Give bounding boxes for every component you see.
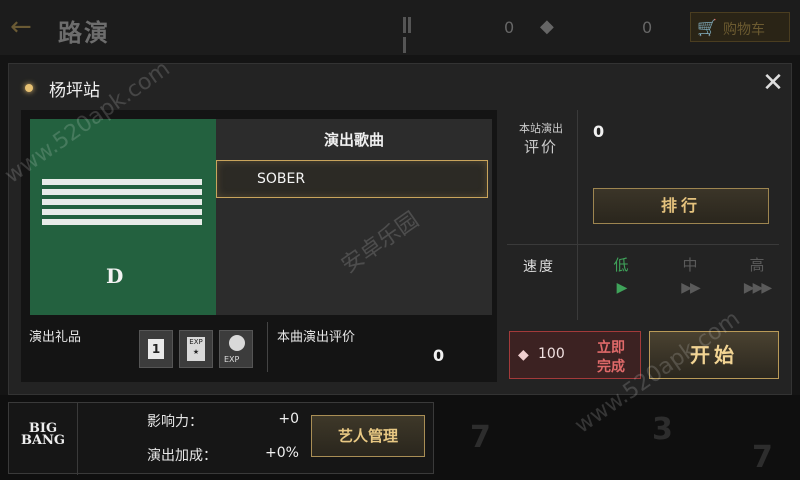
artist-exp-icon <box>229 335 245 351</box>
song-eval-value: 0 <box>433 346 445 365</box>
background-digit: 3 <box>652 412 673 447</box>
finish-now-button[interactable]: ◆ 100 立即 完成 <box>509 331 641 379</box>
bars-icon <box>403 17 417 53</box>
close-icon[interactable]: ✕ <box>759 70 787 98</box>
song-list: 演出歌曲 SOBER <box>216 119 492 315</box>
divider <box>507 244 779 245</box>
cover-stripe <box>42 209 202 215</box>
exp-star-icon: EXP ★ <box>187 337 205 361</box>
finish-cost: 100 <box>538 346 565 362</box>
station-info-panel: 本站演出 评价 0 排行 速度 低 中 高 ▶ ▶▶ ▶▶▶ <box>507 110 779 320</box>
bonus-value: +0% <box>265 445 299 461</box>
artist-exp-label: EXP <box>224 355 240 364</box>
station-name: 杨坪站 <box>49 81 100 101</box>
song-item[interactable]: SOBER <box>216 160 488 198</box>
currency1-value: 0 <box>504 18 515 37</box>
page-title: 路演 <box>58 19 110 47</box>
speed-label: 速度 <box>523 259 555 275</box>
gift-label: 演出礼品 <box>29 330 82 345</box>
currency2-value: 0 <box>642 18 653 37</box>
finish-label-2: 完成 <box>597 359 625 375</box>
cart-icon: 🛒 <box>697 18 717 37</box>
bonus-label: 演出加成： <box>147 448 217 464</box>
song-eval-label: 本曲演出评价 <box>277 330 356 345</box>
speed-mid-option[interactable]: 中 <box>670 254 710 275</box>
title-dot-icon <box>25 84 33 92</box>
diamond-icon: ◆ <box>540 16 554 37</box>
station-eval-value: 0 <box>593 122 605 141</box>
influence-label: 影响力： <box>147 414 203 430</box>
card-1-icon: 1 <box>148 339 164 359</box>
station-eval-label: 本站演出 <box>519 122 563 135</box>
song-name: SOBER <box>257 171 306 187</box>
fastest-forward-icon[interactable]: ▶▶▶ <box>737 280 777 296</box>
top-bar: ← 路演 0 ◆ 0 🛒 购物车 <box>0 0 800 55</box>
speed-high-option[interactable]: 高 <box>737 254 777 275</box>
speed-low-option[interactable]: 低 <box>601 254 641 275</box>
rank-button[interactable]: 排行 <box>593 188 769 224</box>
cart-label: 购物车 <box>723 22 765 38</box>
background-digit: 7 <box>470 420 491 455</box>
finish-label-1: 立即 <box>597 340 625 356</box>
play-icon[interactable]: ▶ <box>601 280 641 296</box>
influence-value: +0 <box>278 411 299 427</box>
divider <box>577 110 578 320</box>
gift-item[interactable]: EXP <box>219 330 253 368</box>
song-list-header: 演出歌曲 <box>323 131 384 149</box>
song-panel: D 演出歌曲 SOBER 演出礼品 1 EXP ★ EXP 本曲演出评价 0 <box>21 110 497 382</box>
gift-item[interactable]: 1 <box>139 330 173 368</box>
gift-item[interactable]: EXP ★ <box>179 330 213 368</box>
fast-forward-icon[interactable]: ▶▶ <box>670 280 710 296</box>
artist-panel: BIG BANG 影响力： +0 演出加成： +0% 艺人管理 <box>8 402 434 475</box>
divider <box>77 403 78 475</box>
diamond-icon: ◆ <box>518 347 529 363</box>
cover-stripe <box>42 179 202 185</box>
album-logo: D <box>106 264 124 288</box>
background-digit: 7 <box>752 440 773 475</box>
cover-stripe <box>42 189 202 195</box>
left-arrow-icon[interactable]: ← <box>10 12 32 42</box>
artist-management-button[interactable]: 艺人管理 <box>311 415 425 457</box>
station-eval-label-bottom: 评价 <box>523 138 558 156</box>
cover-stripe <box>42 199 202 205</box>
cart-button[interactable]: 🛒 购物车 <box>690 12 790 42</box>
bigbang-logo: BIG BANG <box>20 421 66 448</box>
cover-stripe <box>42 219 202 225</box>
divider <box>267 322 268 372</box>
